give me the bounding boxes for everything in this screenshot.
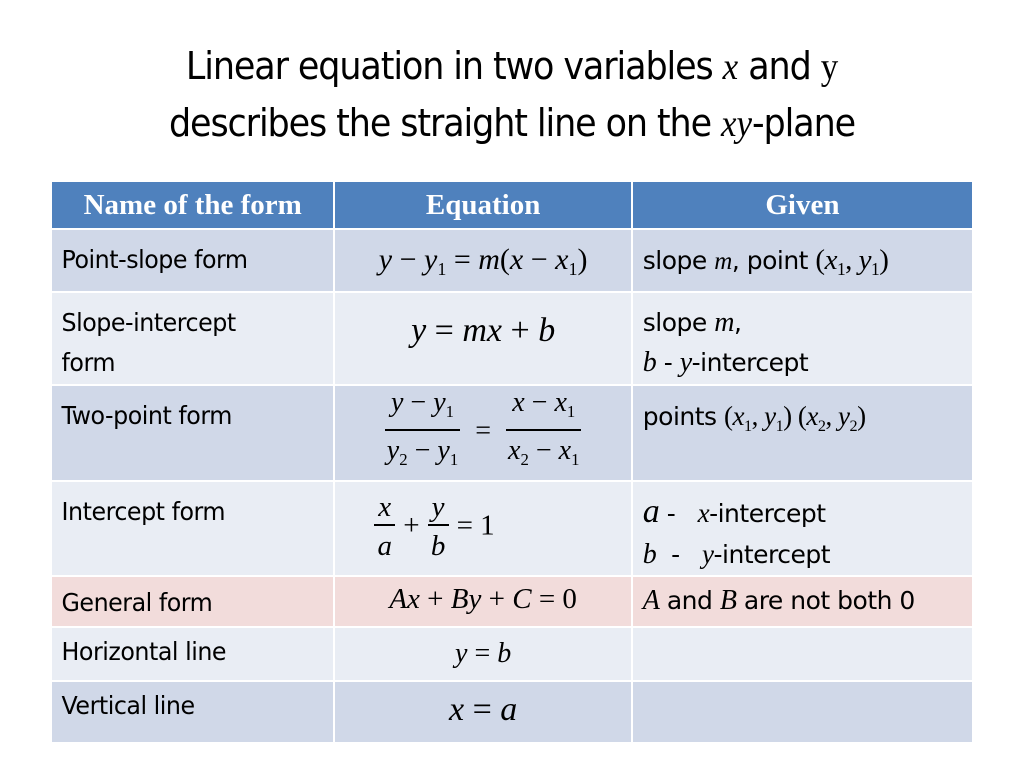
equation-cell: xa + yb = 1: [333, 480, 633, 577]
given-text: a - x-intercept b - y-intercept: [642, 493, 831, 570]
equation-two-point: y − y1 y2 − y1 = x − x1 x2 − x1: [335, 386, 630, 480]
form-name-cell: Horizontal line: [49, 626, 336, 682]
table-row: Horizontal line y = b: [49, 626, 975, 682]
given-cell: A and B are not both 0: [630, 575, 975, 628]
table-row: Two-point form y − y1 y2 − y1 = x − x1 x…: [49, 384, 975, 482]
given-text: [633, 628, 972, 638]
table-row: Slope-intercept form y = mx + b slope m, …: [49, 291, 975, 386]
table-row: Vertical line x = a: [49, 680, 975, 744]
slide-title: Linear equation in two variables x and y…: [41, 38, 983, 152]
given-text: slope m, point (x1, y1): [642, 244, 889, 279]
given-cell: [630, 680, 975, 744]
header-equation: Equation: [333, 180, 633, 230]
form-name: Horizontal line: [61, 637, 227, 666]
header-name: Name of the form: [49, 180, 336, 230]
form-name-cell: Vertical line: [49, 680, 336, 744]
equation-general: Ax + By + C = 0: [389, 583, 577, 615]
linear-forms-table: Name of the form Equation Given Point-sl…: [49, 180, 975, 744]
equation-slope-intercept: y = mx + b: [411, 312, 556, 349]
given-text: slope m, b - y-intercept: [642, 307, 809, 378]
equation-cell: x = a: [333, 680, 633, 744]
form-name: Vertical line: [61, 691, 196, 720]
title-line-1: Linear equation in two variables x and y: [185, 44, 839, 88]
given-text: [633, 682, 972, 692]
fraction-y-over-b: yb: [427, 490, 450, 566]
header-given: Given: [630, 180, 975, 230]
form-name-cell: General form: [49, 575, 336, 628]
fraction-x-over-a: xa: [373, 490, 396, 566]
fraction-left: y − y1 y2 − y1: [384, 387, 461, 469]
equation-vertical: x = a: [448, 691, 518, 728]
equation-intercept: xa + yb = 1: [335, 482, 630, 566]
form-name: General form: [61, 588, 213, 617]
form-name-cell: Intercept form: [49, 480, 336, 577]
table-row: General form Ax + By + C = 0 A and B are…: [49, 575, 975, 628]
equation-cell: y = mx + b: [333, 291, 633, 386]
form-name-cell: Slope-intercept form: [49, 291, 336, 386]
equation-point-slope: y − y1 = m(x − x1): [378, 243, 588, 279]
equation-horizontal: y = b: [455, 638, 512, 669]
form-name: Two-point form: [61, 401, 233, 430]
table-header-row: Name of the form Equation Given: [49, 180, 975, 230]
fraction-right: x − x1 x2 − x1: [506, 387, 582, 469]
equation-cell: y = b: [333, 626, 633, 682]
form-name: Intercept form: [61, 497, 226, 526]
equation-cell: Ax + By + C = 0: [333, 575, 633, 628]
given-text: A and B are not both 0: [642, 585, 916, 616]
title-line-2: describes the straight line on the xy-pl…: [168, 101, 856, 145]
form-name-cell: Point-slope form: [49, 228, 336, 293]
form-name: Point-slope form: [61, 245, 249, 274]
table-row: Intercept form xa + yb = 1 a - x-interce…: [49, 480, 975, 577]
equation-cell: y − y1 y2 − y1 = x − x1 x2 − x1: [333, 384, 633, 482]
equation-cell: y − y1 = m(x − x1): [333, 228, 633, 293]
given-cell: points (x1, y1) (x2, y2): [630, 384, 975, 482]
given-cell: [630, 626, 975, 682]
given-cell: a - x-intercept b - y-intercept: [630, 480, 975, 577]
given-cell: slope m, b - y-intercept: [630, 291, 975, 386]
given-cell: slope m, point (x1, y1): [630, 228, 975, 293]
form-name: Slope-intercept form: [61, 308, 237, 377]
given-text: points (x1, y1) (x2, y2): [642, 401, 866, 435]
table-row: Point-slope form y − y1 = m(x − x1) slop…: [49, 228, 975, 293]
form-name-cell: Two-point form: [49, 384, 336, 482]
